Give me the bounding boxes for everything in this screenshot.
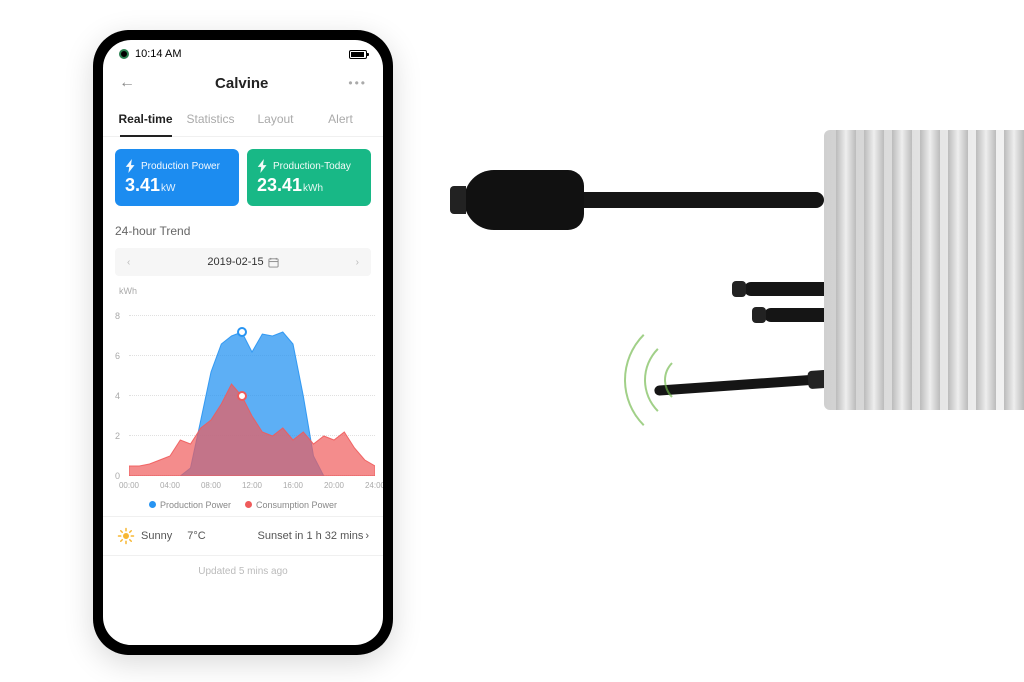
production-power-card[interactable]: Production Power 3.41kW [115, 149, 239, 206]
last-updated: Updated 5 mins ago [103, 556, 383, 587]
ytick-4: 8 [115, 311, 120, 321]
status-time: 10:14 AM [135, 48, 181, 60]
date-value: 2019-02-15 [207, 256, 263, 268]
xtick-1: 04:00 [160, 481, 180, 490]
production-power-value: 3.41 [125, 175, 160, 195]
date-picker[interactable]: ‹ 2019-02-15 › [115, 248, 371, 276]
chart-plot [129, 316, 375, 476]
chart-area: kWh 0 2 4 6 8 00:00 04:00 08:00 12:00 16… [115, 276, 371, 516]
app-header: ← Calvine ••• [103, 64, 383, 102]
production-power-unit: kW [161, 183, 175, 194]
consumption-series [129, 316, 375, 476]
camera-hole-icon [119, 49, 129, 59]
ytick-1: 2 [115, 431, 120, 441]
trend-section: 24-hour Trend ‹ 2019-02-15 › kWh 0 2 4 [103, 218, 383, 516]
tab-realtime[interactable]: Real-time [113, 102, 178, 136]
legend-production-label: Production Power [160, 500, 231, 510]
xtick-3: 12:00 [242, 481, 262, 490]
ytick-3: 6 [115, 351, 120, 361]
legend-production-dot [149, 501, 156, 508]
tab-layout[interactable]: Layout [243, 102, 308, 136]
production-today-card[interactable]: Production-Today 23.41kWh [247, 149, 371, 206]
production-today-unit: kWh [303, 183, 323, 194]
legend-consumption-label: Consumption Power [256, 500, 337, 510]
calendar-icon [268, 257, 279, 268]
xtick-4: 16:00 [283, 481, 303, 490]
battery-icon [349, 50, 367, 59]
summary-cards: Production Power 3.41kW Production-Today… [103, 137, 383, 218]
trend-chart[interactable]: 0 2 4 6 8 00:00 04:00 08:00 12:00 16:00 … [115, 300, 375, 490]
tab-alert[interactable]: Alert [308, 102, 373, 136]
chevron-right-icon: › [365, 530, 369, 542]
tab-statistics[interactable]: Statistics [178, 102, 243, 136]
date-prev-icon[interactable]: ‹ [127, 257, 130, 268]
legend-consumption-dot [245, 501, 252, 508]
tab-bar: Real-time Statistics Layout Alert [103, 102, 383, 137]
trend-title: 24-hour Trend [115, 218, 371, 248]
weather-conditions: Sunny [141, 530, 172, 542]
consumption-marker[interactable] [237, 391, 247, 401]
weather-bar[interactable]: Sunny 7°C Sunset in 1 h 32 mins › [103, 516, 383, 556]
production-today-label: Production-Today [273, 161, 351, 172]
xtick-6: 24:00 [365, 481, 383, 490]
sun-icon [117, 527, 135, 545]
ac-plug [464, 170, 584, 230]
more-menu-icon[interactable]: ••• [348, 76, 367, 90]
status-bar: 10:14 AM [103, 40, 383, 64]
xtick-2: 08:00 [201, 481, 221, 490]
back-icon[interactable]: ← [119, 74, 135, 92]
date-next-icon[interactable]: › [356, 257, 359, 268]
sunset-text: Sunset in 1 h 32 mins [258, 530, 364, 542]
chart-ylabel: kWh [115, 286, 371, 296]
xtick-0: 00:00 [119, 481, 139, 490]
page-title: Calvine [215, 75, 268, 92]
weather-temp: 7°C [187, 530, 205, 542]
xtick-5: 20:00 [324, 481, 344, 490]
production-marker[interactable] [237, 327, 247, 337]
bolt-icon [257, 159, 269, 173]
production-power-label: Production Power [141, 161, 220, 172]
phone-frame: 10:14 AM ← Calvine ••• Real-time Statist… [93, 30, 393, 655]
device-illustration [464, 130, 1024, 530]
bolt-icon [125, 159, 137, 173]
production-today-value: 23.41 [257, 175, 302, 195]
ytick-2: 4 [115, 391, 120, 401]
phone-screen: 10:14 AM ← Calvine ••• Real-time Statist… [103, 40, 383, 645]
chart-legend: Production Power Consumption Power [115, 490, 371, 516]
ytick-0: 0 [115, 471, 120, 481]
micro-inverter [824, 130, 1024, 410]
